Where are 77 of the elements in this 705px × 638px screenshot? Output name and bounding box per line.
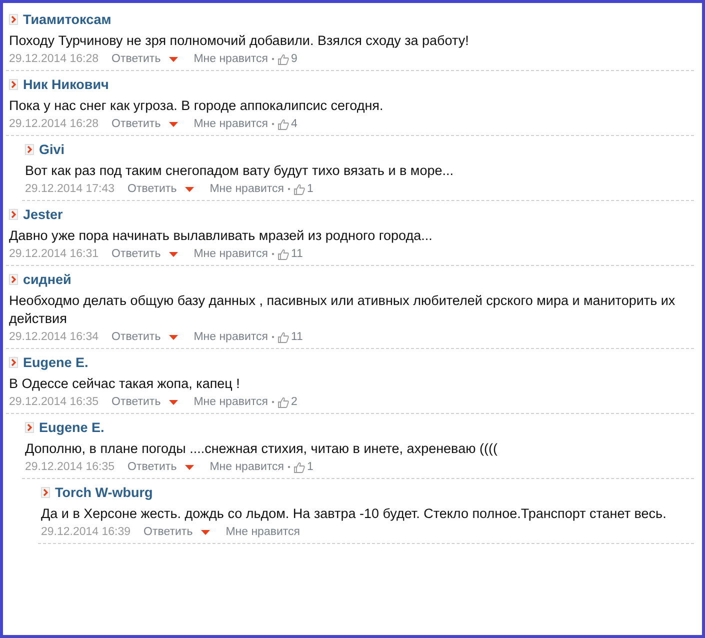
like-link[interactable]: Мне нравится bbox=[210, 461, 284, 473]
reply-link[interactable]: Ответить bbox=[128, 461, 177, 473]
arrow-icon bbox=[9, 79, 18, 90]
caret-icon[interactable] bbox=[168, 334, 178, 340]
dot-separator bbox=[288, 188, 290, 190]
like-count: 2 bbox=[291, 396, 298, 408]
dot-separator bbox=[288, 466, 290, 468]
thumbs-up-icon bbox=[278, 248, 289, 260]
caret-icon[interactable] bbox=[168, 252, 178, 256]
like-link[interactable]: Мне нравится bbox=[194, 396, 268, 408]
like-link[interactable]: Мне нравится bbox=[194, 331, 268, 343]
thumbs-up-icon bbox=[278, 118, 289, 130]
author-name[interactable]: сидней bbox=[23, 272, 72, 287]
like-link[interactable]: Мне нравится bbox=[194, 248, 268, 260]
reply-link[interactable]: Ответить bbox=[112, 331, 161, 343]
arrow-icon bbox=[25, 144, 34, 155]
comment-text: В Одессе сейчас такая жопа, капец ! bbox=[9, 375, 241, 393]
reply-link[interactable]: Ответить bbox=[112, 248, 161, 260]
caret-icon[interactable] bbox=[168, 400, 178, 404]
arrow-icon bbox=[9, 357, 18, 368]
dot-separator bbox=[272, 253, 274, 255]
thumbs-up-icon bbox=[278, 54, 289, 64]
dot-separator bbox=[272, 123, 274, 125]
comment-text: Походу Турчинову не зря полномочий добавили. Взялся сходу за работу! bbox=[9, 32, 470, 50]
comment-date: 29.12.2014 16:39 bbox=[41, 526, 131, 538]
thumbs-up-icon bbox=[278, 396, 289, 408]
reply-link[interactable]: Ответить bbox=[128, 183, 177, 195]
author-name[interactable]: Eugene E. bbox=[23, 355, 88, 370]
like-link[interactable]: Мне нравится bbox=[210, 183, 284, 195]
reply-link[interactable]: Ответить bbox=[112, 53, 161, 65]
like-count: 1 bbox=[307, 183, 314, 195]
reply-link[interactable]: Ответить bbox=[112, 118, 161, 130]
arrow-icon bbox=[9, 274, 18, 285]
like-link[interactable]: Мне нравится bbox=[226, 526, 300, 538]
arrow-icon bbox=[25, 422, 34, 433]
comment-text: Дополню, в плане погоды ....снежная стихия, читаю в инете, ахреневаю (((( bbox=[25, 440, 498, 458]
thumbs-up-icon bbox=[278, 332, 289, 342]
author-name[interactable]: Тиамитоксам bbox=[23, 12, 112, 27]
author-name[interactable]: Ник Никович bbox=[23, 77, 109, 92]
thumbs-up-icon bbox=[294, 462, 305, 472]
like-count: 11 bbox=[291, 331, 303, 343]
reply-link[interactable]: Ответить bbox=[112, 396, 161, 408]
comment-text: Вот как раз под таким снегопадом вату будут тихо вязать и в море... bbox=[25, 162, 454, 180]
caret-icon[interactable] bbox=[168, 56, 178, 62]
caret-icon[interactable] bbox=[184, 464, 194, 470]
like-count: 1 bbox=[307, 461, 314, 473]
comment-text: Пока у нас снег как угроза. В городе аппокалипсис сегодня. bbox=[9, 97, 384, 115]
comment-date: 29.12.2014 16:28 bbox=[9, 118, 99, 130]
comment-date: 29.12.2014 16:35 bbox=[9, 396, 99, 408]
comment-date: 29.12.2014 16:34 bbox=[9, 331, 99, 343]
reply-link[interactable]: Ответить bbox=[144, 526, 193, 538]
author-name[interactable]: Eugene E. bbox=[39, 420, 104, 435]
arrow-icon bbox=[41, 487, 50, 498]
author-name[interactable]: Givi bbox=[39, 142, 65, 157]
author-name[interactable]: Jester bbox=[23, 207, 63, 222]
comment-date: 29.12.2014 16:35 bbox=[25, 461, 115, 473]
comment-text: Давно уже пора начинать вылавливать мразей из родного города... bbox=[9, 227, 434, 245]
like-link[interactable]: Мне нравится bbox=[194, 118, 268, 130]
arrow-icon bbox=[9, 209, 18, 220]
dot-separator bbox=[272, 336, 274, 338]
like-link[interactable]: Мне нравится bbox=[194, 53, 268, 65]
comment-date: 29.12.2014 17:43 bbox=[25, 183, 115, 195]
comment-date: 29.12.2014 16:31 bbox=[9, 248, 99, 260]
dot-separator bbox=[272, 58, 274, 60]
caret-icon[interactable] bbox=[200, 530, 210, 534]
caret-icon[interactable] bbox=[184, 186, 194, 192]
comment-text: Да и в Херсоне жесть. дождь со льдом. На завтра -10 будет. Стекло полное.Транспорт станет весь. bbox=[41, 505, 668, 523]
like-count: 11 bbox=[291, 248, 303, 260]
thumbs-up-icon bbox=[294, 184, 305, 194]
like-count: 4 bbox=[291, 118, 298, 130]
author-name[interactable]: Torch W-wburg bbox=[55, 485, 153, 500]
comment-text: Необходмо делать общую базу данных , пасивных или ативных любителей срского мира и маниторить их действия bbox=[9, 292, 676, 328]
arrow-icon bbox=[9, 14, 18, 25]
caret-icon[interactable] bbox=[168, 122, 178, 126]
comment-date: 29.12.2014 16:28 bbox=[9, 53, 99, 65]
like-count: 9 bbox=[291, 53, 298, 65]
dot-separator bbox=[272, 401, 274, 403]
